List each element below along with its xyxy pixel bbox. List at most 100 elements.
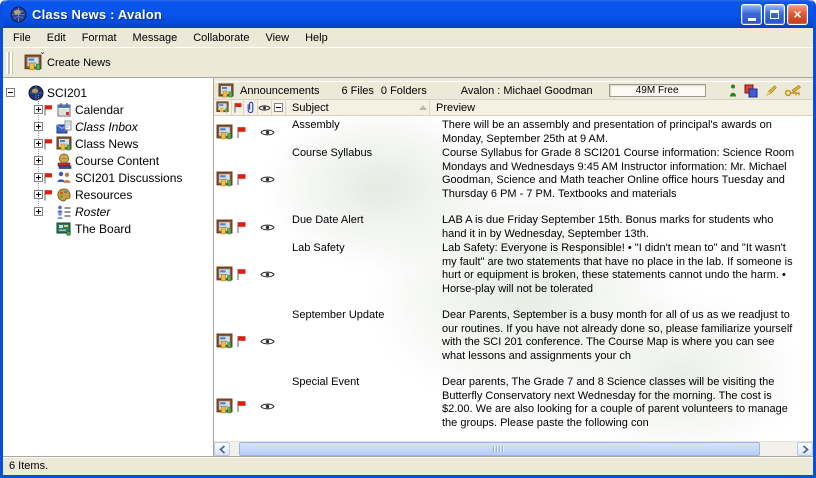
message-subject: Due Date Alert [286,213,436,226]
tree-item-class-news[interactable]: Class News [3,135,213,152]
eye-icon [260,337,275,346]
tree-label: Class Inbox [73,120,138,134]
create-news-button[interactable]: Create News [17,51,118,75]
message-preview: LAB A is due Friday September 15th. Bonu… [436,213,813,241]
news-board-icon [56,136,73,152]
column-header-row: Subject Preview [214,100,813,116]
globe-icon [28,85,45,101]
news-board-icon [216,398,233,415]
roster-icon [56,204,73,220]
chevron-left-icon [219,445,226,454]
tree-item-resources[interactable]: Resources [3,186,213,203]
news-board-icon [216,266,233,283]
scrollbar-track[interactable] [230,442,797,456]
message-preview: Dear parents, The Grade 7 and 8 Science … [436,375,813,430]
close-icon: × [793,7,801,21]
news-board-icon [218,83,234,99]
subject-column-label: Subject [292,102,329,114]
scroll-right-button[interactable] [797,442,813,456]
eye-icon [260,402,275,411]
red-flag-icon [236,268,247,281]
expand-expander-icon[interactable] [34,190,43,199]
menu-bar: File Edit Format Message Collaborate Vie… [3,28,813,47]
tree-item-class-inbox[interactable]: Class Inbox [3,118,213,135]
menu-message[interactable]: Message [125,30,186,46]
horizontal-scrollbar[interactable] [214,441,813,456]
list-item-course-syllabus[interactable]: Course Syllabus Course Syllabus for Grad… [214,146,813,213]
red-flag-icon [233,102,243,113]
scroll-left-button[interactable] [214,442,230,456]
close-button[interactable]: × [787,4,808,25]
conference-tree-pane: SCI201 Calendar Class Inbox [3,78,214,456]
column-flag[interactable] [232,100,244,115]
column-item-icon[interactable] [214,100,232,115]
message-subject: Lab Safety [286,241,436,254]
maximize-button[interactable] [764,4,785,25]
tree-item-sci201[interactable]: SCI201 [3,84,213,101]
list-item-september-update[interactable]: September Update Dear Parents, September… [214,308,813,375]
list-item-assembly[interactable]: Assembly There will be an assembly and p… [214,118,813,146]
list-item-due-date-alert[interactable]: Due Date Alert LAB A is due Friday Septe… [214,213,813,241]
pencil-icon [765,84,777,97]
expand-expander-icon[interactable] [34,207,43,216]
red-flag-icon [236,173,247,186]
expand-expander-icon[interactable] [34,139,43,148]
expand-expander-icon[interactable] [34,156,43,165]
tree-label: Calendar [73,103,124,117]
menu-file[interactable]: File [5,30,39,46]
minus-box-icon [274,103,283,112]
tree-item-course-content[interactable]: Course Content [3,152,213,169]
red-flag-icon [43,189,54,201]
tree-label: Course Content [73,154,159,168]
menu-edit[interactable]: Edit [39,30,74,46]
app-window: Class News : Avalon × File Edit Format M… [0,0,816,478]
red-flag-icon [43,138,54,150]
expand-expander-icon[interactable] [34,173,43,182]
minimize-icon [748,18,756,21]
eye-icon [260,223,275,232]
inbox-icon [56,119,73,135]
eye-icon [260,128,275,137]
window-title: Class News : Avalon [32,7,162,22]
message-subject: Assembly [286,118,436,131]
minimize-button[interactable] [741,4,762,25]
expand-expander-icon[interactable] [34,122,43,131]
resources-palette-icon [56,187,73,203]
tree-item-calendar[interactable]: Calendar [3,101,213,118]
layers-icon [744,84,758,98]
tree-item-the-board[interactable]: The Board [3,220,213,237]
title-bar[interactable]: Class News : Avalon × [3,0,813,28]
eye-icon [260,270,275,279]
red-flag-icon [236,400,247,413]
tree-label: Resources [73,188,132,202]
red-flag-icon [236,335,247,348]
expand-expander-icon[interactable] [34,105,43,114]
column-preview[interactable]: Preview [430,100,813,115]
list-item-lab-safety[interactable]: Lab Safety Lab Safety: Everyone is Respo… [214,241,813,308]
collapse-expander-icon[interactable] [6,88,15,97]
list-item-special-event[interactable]: Special Event Dear parents, The Grade 7 … [214,375,813,437]
toolbar-grip[interactable] [6,52,13,74]
container-label: Announcements [240,85,320,97]
message-list: Assembly There will be an assembly and p… [214,116,813,441]
course-content-icon [56,153,73,169]
message-preview: Lab Safety: Everyone is Responsible! • "… [436,241,813,296]
menu-format[interactable]: Format [74,30,125,46]
column-viewed[interactable] [258,100,272,115]
chevron-right-icon [802,445,809,454]
menu-help[interactable]: Help [297,30,336,46]
menu-collaborate[interactable]: Collaborate [185,30,257,46]
tree-item-sci201-discussions[interactable]: SCI201 Discussions [3,169,213,186]
news-board-icon [216,101,229,114]
collapse-all-box[interactable] [272,100,286,115]
preview-column-label: Preview [436,102,475,114]
folders-count: 0 Folders [381,85,427,97]
message-preview: There will be an assembly and presentati… [436,118,813,146]
sort-ascending-icon [419,105,427,110]
scrollbar-thumb[interactable] [239,442,761,456]
tree-item-roster[interactable]: Roster [3,203,213,220]
column-subject[interactable]: Subject [286,100,430,115]
tree-label: SCI201 [45,86,87,100]
column-attachment[interactable] [244,100,258,115]
menu-view[interactable]: View [257,30,297,46]
